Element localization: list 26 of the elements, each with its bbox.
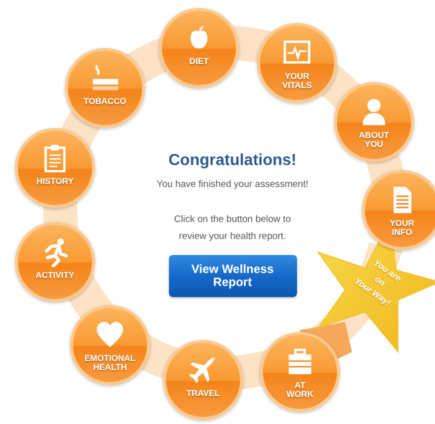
assessment-step[interactable]: DIET [159, 8, 239, 88]
assessment-step[interactable]: TRAVEL [163, 340, 243, 420]
assessment-step[interactable]: TOBACCO [65, 48, 145, 128]
assessment-step[interactable]: ACTIVITY [15, 222, 95, 302]
step-label: YOUR VITALS [282, 72, 312, 90]
instruction-text: Click on the button below to review your health report. [173, 213, 292, 244]
cigarette-icon [90, 63, 120, 93]
step-label: DIET [189, 57, 209, 66]
assessment-step[interactable]: YOUR VITALS [257, 23, 337, 103]
step-label: AT WORK [286, 381, 314, 399]
step-label: ABOUT YOU [358, 131, 390, 149]
assessment-step[interactable]: EMOTIONAL HEALTH [70, 305, 150, 385]
view-report-button[interactable]: View Wellness Report [168, 254, 296, 297]
assessment-step[interactable]: YOUR INFO [362, 170, 435, 250]
step-label: HISTORY [36, 177, 74, 186]
congratulations-heading: Congratulations! [168, 151, 296, 170]
step-label: TOBACCO [84, 97, 126, 106]
completion-message: You have finished your assessment! [156, 178, 308, 192]
assessment-step[interactable]: ABOUT YOU [334, 82, 414, 162]
step-label: EMOTIONAL HEALTH [84, 354, 136, 372]
heart-icon [95, 320, 125, 350]
step-label: YOUR INFO [390, 219, 414, 237]
assessment-step[interactable]: HISTORY [15, 128, 95, 208]
assessment-step[interactable]: AT WORK [260, 332, 340, 412]
step-label: ACTIVITY [36, 271, 74, 280]
step-label: TRAVEL [186, 389, 220, 398]
